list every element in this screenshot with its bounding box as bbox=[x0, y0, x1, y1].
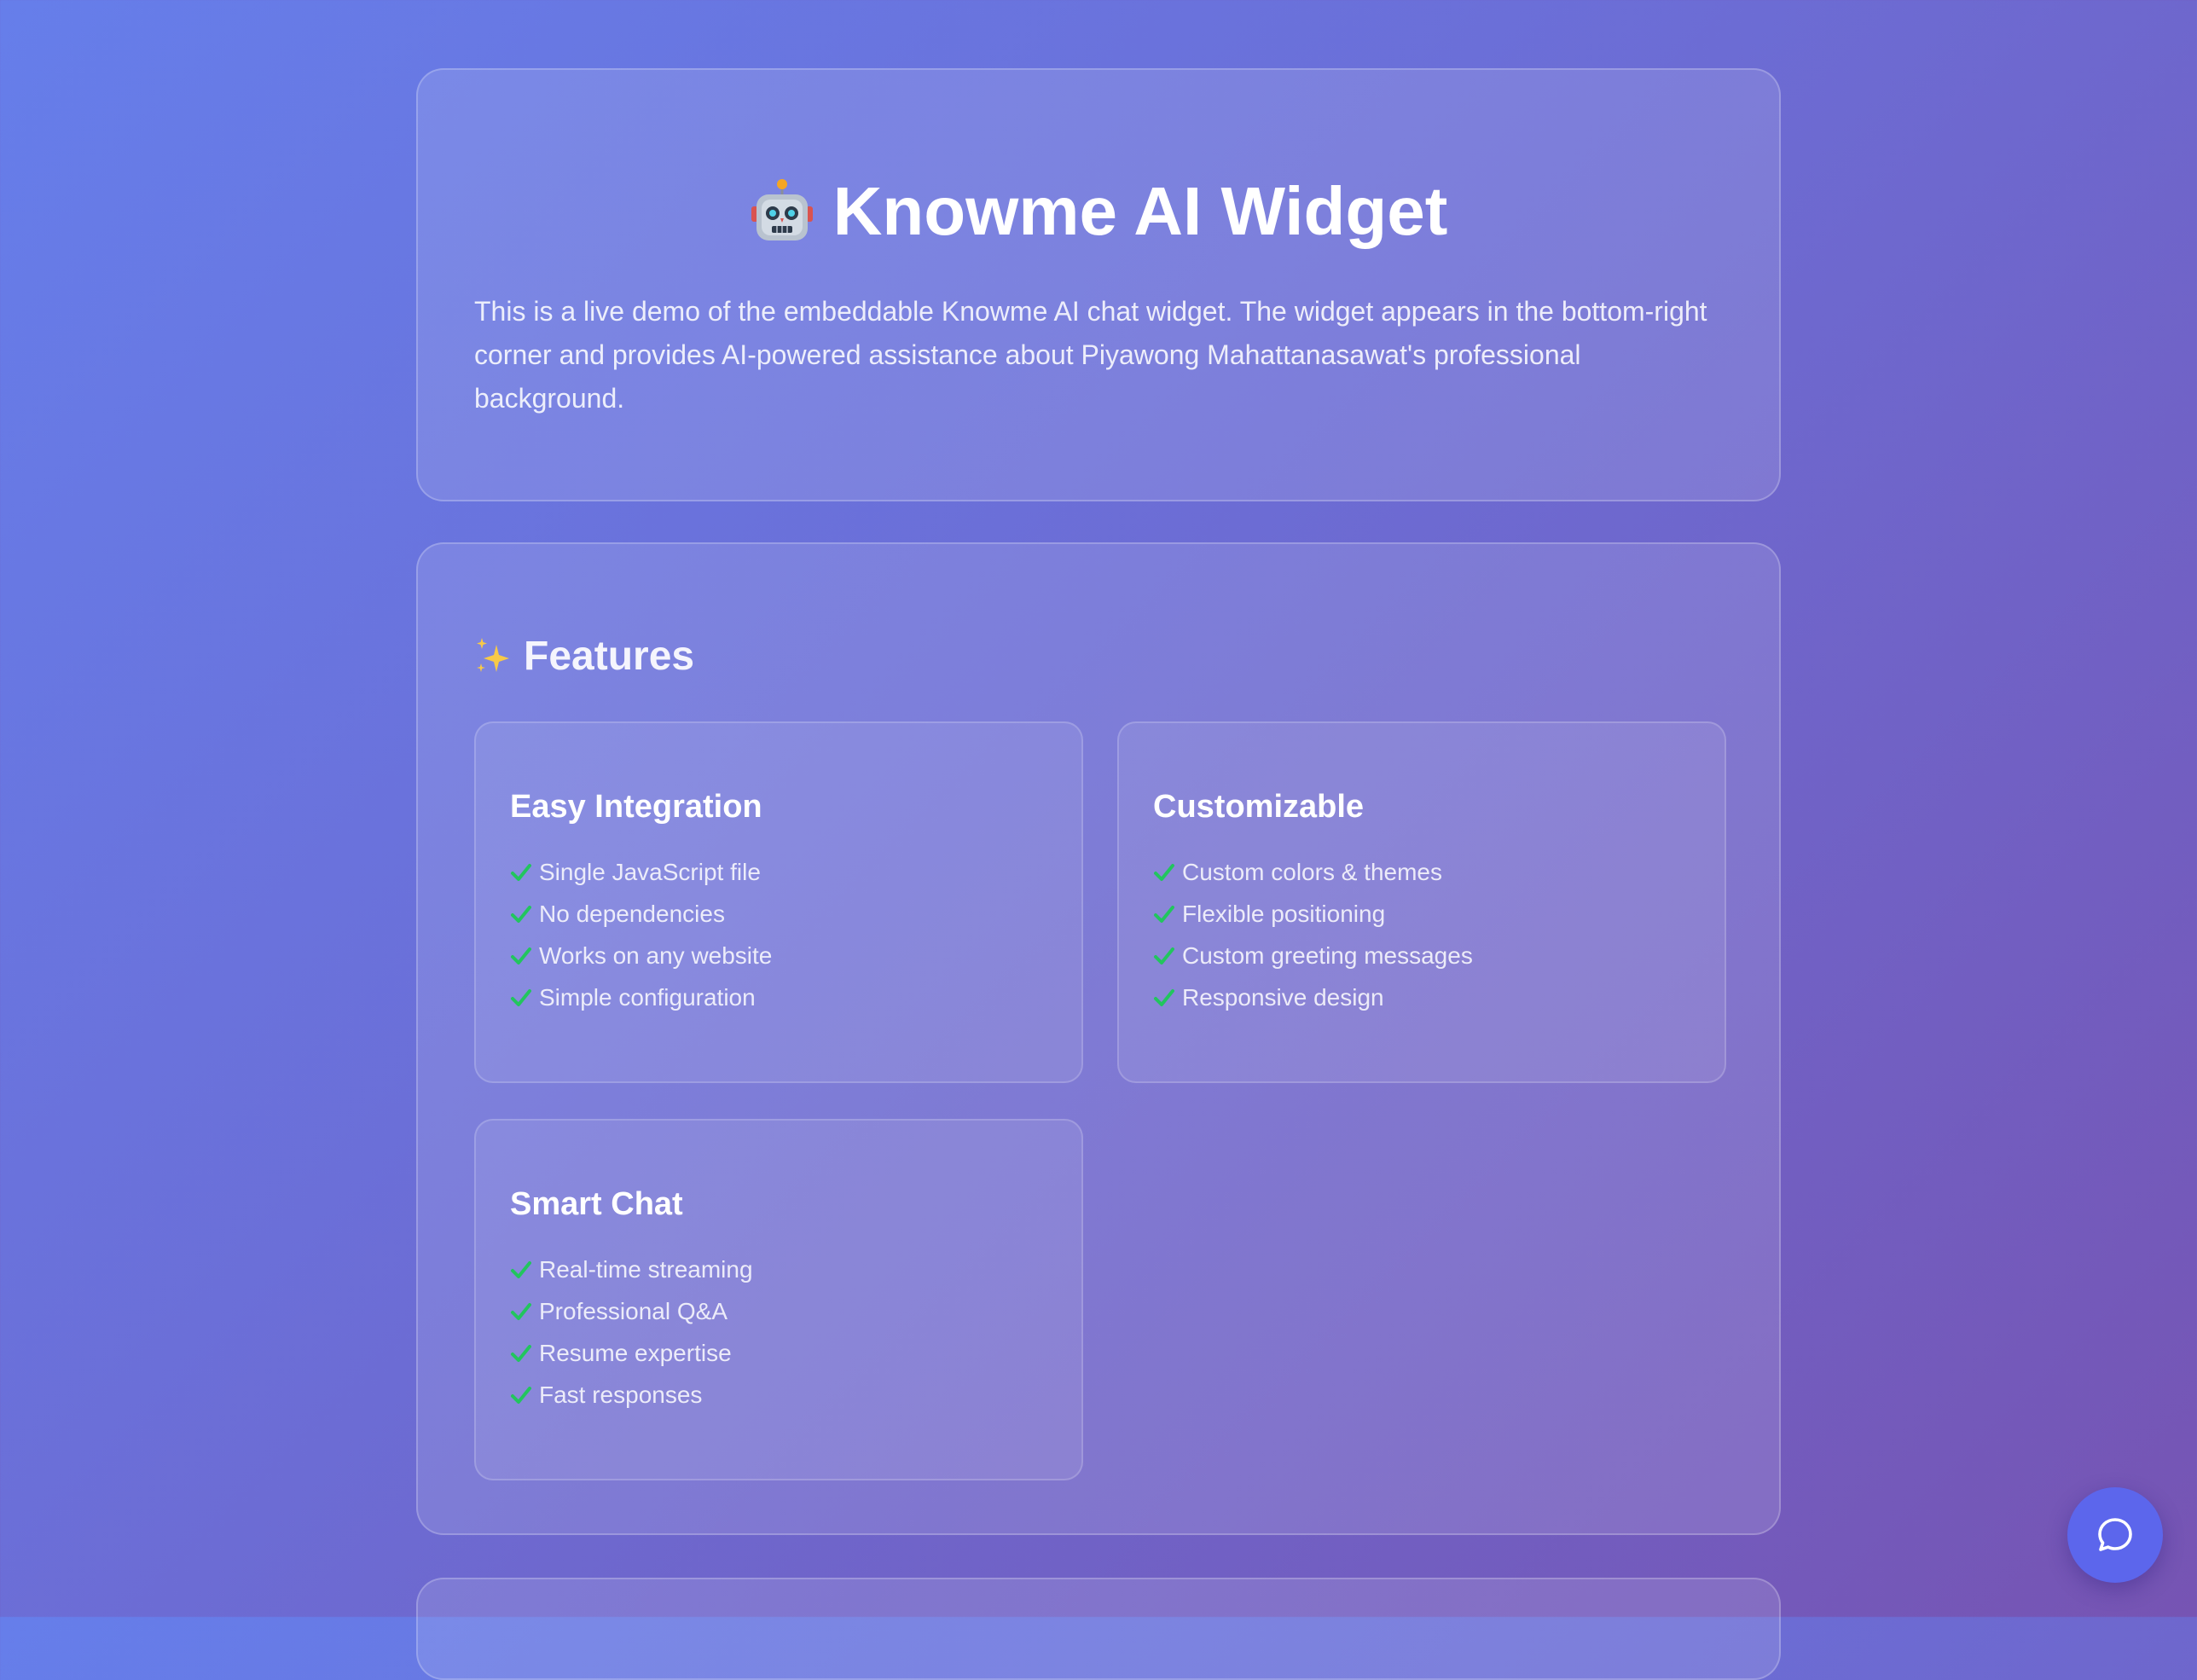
robot-icon bbox=[751, 179, 813, 240]
feature-card-title: Customizable bbox=[1153, 789, 1365, 825]
next-section-card bbox=[416, 1578, 1781, 1680]
list-item-label: Flexible positioning bbox=[1182, 901, 1386, 927]
check-icon bbox=[511, 905, 531, 923]
list-item: Single JavaScript file bbox=[510, 851, 1047, 893]
feature-card-easy-integration: Easy Integration Single JavaScript file … bbox=[474, 721, 1083, 1083]
page-title-text: Knowme AI Widget bbox=[832, 173, 1448, 249]
list-item: Professional Q&A bbox=[510, 1290, 1047, 1332]
list-item-label: No dependencies bbox=[539, 901, 725, 927]
list-item-label: Professional Q&A bbox=[539, 1298, 728, 1324]
check-icon bbox=[1154, 905, 1174, 923]
list-item: Simple configuration bbox=[510, 976, 1047, 1018]
check-icon bbox=[511, 988, 531, 1006]
list-item-label: Fast responses bbox=[539, 1382, 703, 1408]
check-icon bbox=[511, 863, 531, 881]
list-item-label: Real-time streaming bbox=[539, 1256, 753, 1283]
page-container: Knowme AI Widget This is a live demo of … bbox=[416, 68, 1781, 1535]
chat-launcher-button[interactable] bbox=[2067, 1487, 2163, 1583]
list-item-label: Custom greeting messages bbox=[1182, 942, 1473, 969]
feature-card-title: Smart Chat bbox=[510, 1186, 683, 1222]
list-item: No dependencies bbox=[510, 893, 1047, 935]
feature-list: Custom colors & themes Flexible position… bbox=[1153, 851, 1690, 1018]
feature-card-smart-chat: Smart Chat Real-time streaming Professio… bbox=[474, 1119, 1083, 1480]
sparkles-icon bbox=[477, 637, 509, 672]
list-item-label: Works on any website bbox=[539, 942, 773, 969]
check-icon bbox=[511, 1386, 531, 1404]
list-item: Flexible positioning bbox=[1153, 893, 1690, 935]
feature-card-customizable: Customizable Custom colors & themes Flex… bbox=[1117, 721, 1726, 1083]
list-item-label: Single JavaScript file bbox=[539, 859, 761, 885]
list-item-label: Responsive design bbox=[1182, 984, 1384, 1011]
feature-card-title: Easy Integration bbox=[510, 789, 762, 825]
chat-bubble-icon bbox=[2098, 1518, 2132, 1551]
list-item-label: Resume expertise bbox=[539, 1340, 732, 1366]
list-item: Fast responses bbox=[510, 1374, 1047, 1416]
list-item: Resume expertise bbox=[510, 1332, 1047, 1374]
hero-description: This is a live demo of the embeddable Kn… bbox=[474, 296, 1707, 414]
check-icon bbox=[511, 1260, 531, 1278]
list-item: Works on any website bbox=[510, 935, 1047, 976]
feature-list: Real-time streaming Professional Q&A Res… bbox=[510, 1248, 1047, 1416]
list-item-label: Custom colors & themes bbox=[1182, 859, 1442, 885]
check-icon bbox=[511, 947, 531, 965]
list-item: Responsive design bbox=[1153, 976, 1690, 1018]
check-icon bbox=[1154, 863, 1174, 881]
list-item-label: Simple configuration bbox=[539, 984, 756, 1011]
check-icon bbox=[1154, 988, 1174, 1006]
page-title: Knowme AI Widget bbox=[474, 172, 1723, 251]
feature-list: Single JavaScript file No dependencies W… bbox=[510, 851, 1047, 1018]
hero-card: Knowme AI Widget This is a live demo of … bbox=[416, 68, 1781, 501]
check-icon bbox=[511, 1344, 531, 1362]
check-icon bbox=[511, 1302, 531, 1320]
features-heading-text: Features bbox=[524, 634, 695, 679]
list-item: Custom greeting messages bbox=[1153, 935, 1690, 976]
list-item: Custom colors & themes bbox=[1153, 851, 1690, 893]
list-item: Real-time streaming bbox=[510, 1248, 1047, 1290]
features-card: Features Easy Integration Single JavaScr… bbox=[416, 542, 1781, 1535]
check-icon bbox=[1154, 947, 1174, 965]
features-heading: Features bbox=[474, 633, 694, 680]
